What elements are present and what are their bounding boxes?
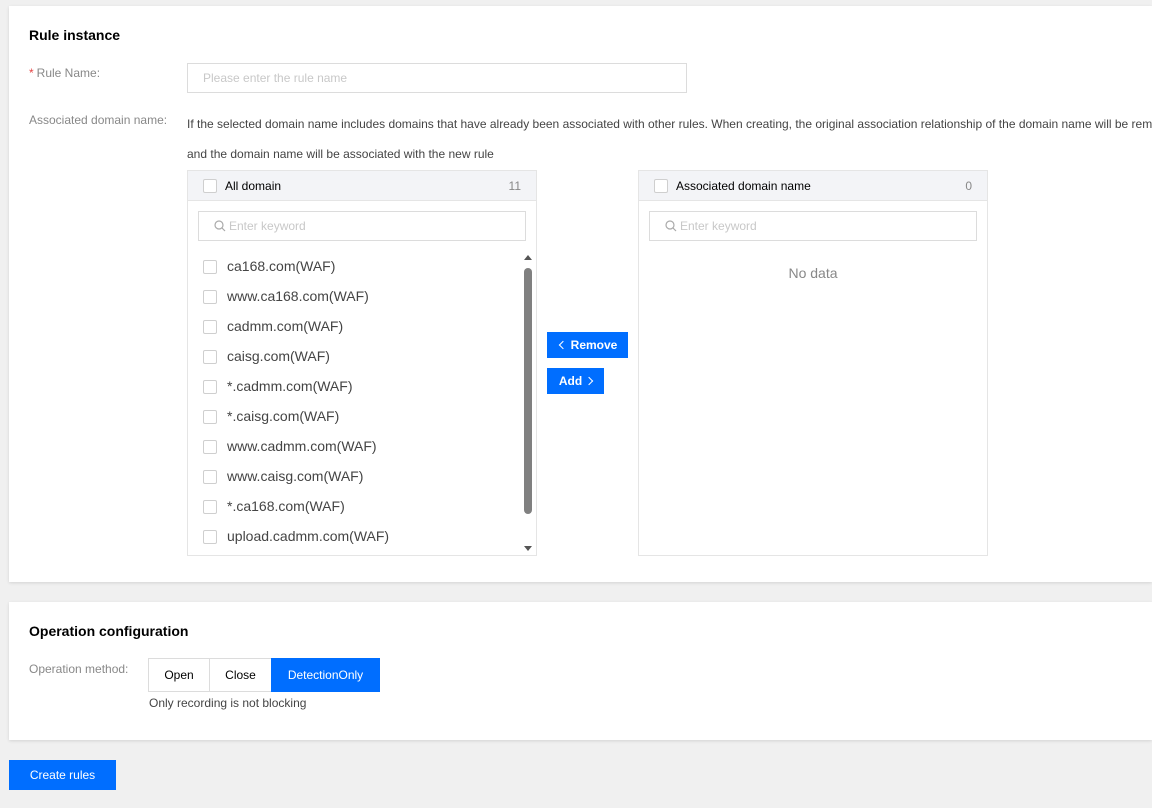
domain-list-item[interactable]: cadmm.com(WAF) [188, 311, 523, 341]
domain-checkbox[interactable] [203, 290, 217, 304]
domain-list-item[interactable]: *.caisg.com(WAF) [188, 401, 523, 431]
domain-checkbox[interactable] [203, 530, 217, 544]
domain-label: ca168.com(WAF) [227, 258, 336, 274]
domain-list-item[interactable]: upload.cadmm.com(WAF) [188, 521, 523, 551]
select-all-associated-checkbox[interactable] [654, 179, 668, 193]
associated-domain-label: Associated domain name: [29, 113, 168, 127]
rule-name-input[interactable] [187, 63, 687, 93]
domain-checkbox[interactable] [203, 320, 217, 334]
chevron-left-icon [558, 340, 567, 350]
remove-button-label: Remove [570, 338, 618, 352]
domain-label: caisg.com(WAF) [227, 348, 330, 364]
associated-domain-header: Associated domain name 0 [639, 171, 987, 201]
rule-instance-card: Rule instance *Rule Name: Associated dom… [9, 6, 1152, 582]
domain-label: *.caisg.com(WAF) [227, 408, 340, 424]
operation-configuration-card: Operation configuration Operation method… [9, 602, 1152, 740]
operation-open-option[interactable]: Open [148, 658, 210, 692]
select-all-domain-checkbox[interactable] [203, 179, 217, 193]
domain-list-item[interactable]: *.cadmm.com(WAF) [188, 371, 523, 401]
domain-label: upload.cadmm.com(WAF) [227, 528, 390, 544]
scroll-up-arrow-icon[interactable] [524, 255, 532, 260]
domain-list-item[interactable]: www.cadmm.com(WAF) [188, 431, 523, 461]
domain-label: www.ca168.com(WAF) [227, 288, 369, 304]
required-marker: * [29, 66, 34, 80]
operation-method-hint: Only recording is not blocking [149, 696, 307, 710]
chevron-right-icon [584, 376, 594, 386]
associated-domain-search-input[interactable] [680, 212, 970, 240]
domain-checkbox[interactable] [203, 440, 217, 454]
association-hint-line-1: If the selected domain name includes dom… [187, 117, 1152, 131]
rule-name-label: * Rule Name: [29, 66, 100, 80]
domain-list-item[interactable]: www.ca168.com(WAF) [188, 281, 523, 311]
operation-close-option[interactable]: Close [209, 658, 272, 692]
operation-configuration-title: Operation configuration [29, 623, 189, 639]
no-data-text: No data [788, 265, 838, 281]
all-domain-panel: All domain 11 ca168.com(WAF) www.ca168.c… [187, 170, 537, 556]
all-domain-title: All domain [225, 179, 282, 193]
rule-instance-title: Rule instance [29, 27, 121, 43]
all-domain-search-input[interactable] [229, 212, 519, 240]
domain-label: *.ca168.com(WAF) [227, 498, 345, 514]
associated-domain-title: Associated domain name [676, 179, 811, 193]
all-domain-search[interactable] [198, 211, 526, 241]
all-domain-header: All domain 11 [188, 171, 536, 201]
domain-label: www.cadmm.com(WAF) [227, 438, 377, 454]
search-icon [214, 220, 226, 232]
add-button-label: Add [558, 374, 583, 388]
associated-domain-panel: Associated domain name 0 No data [638, 170, 988, 556]
add-button[interactable]: Add [547, 368, 604, 394]
association-hint-line-2: and the domain name will be associated w… [187, 147, 494, 161]
domain-list-item[interactable]: caisg.com(WAF) [188, 341, 523, 371]
scroll-thumb[interactable] [524, 268, 532, 514]
rule-name-label-text: Rule Name: [36, 66, 101, 80]
all-domain-list: ca168.com(WAF) www.ca168.com(WAF) cadmm.… [188, 251, 523, 551]
associated-domain-count: 0 [965, 179, 972, 193]
domain-checkbox[interactable] [203, 470, 217, 484]
domain-checkbox[interactable] [203, 500, 217, 514]
create-rules-button[interactable]: Create rules [9, 760, 116, 790]
domain-checkbox[interactable] [203, 380, 217, 394]
domain-checkbox[interactable] [203, 350, 217, 364]
domain-list-item[interactable]: www.caisg.com(WAF) [188, 461, 523, 491]
domain-label: *.cadmm.com(WAF) [227, 378, 353, 394]
domain-checkbox[interactable] [203, 410, 217, 424]
domain-checkbox[interactable] [203, 260, 217, 274]
domain-list-scrollbar[interactable] [524, 255, 532, 551]
operation-method-label: Operation method: [29, 662, 129, 676]
scroll-down-arrow-icon[interactable] [524, 546, 532, 551]
associated-domain-search[interactable] [649, 211, 977, 241]
search-icon [665, 220, 677, 232]
all-domain-count: 11 [508, 179, 521, 193]
domain-label: www.caisg.com(WAF) [227, 468, 364, 484]
operation-detection-only-option[interactable]: DetectionOnly [271, 658, 380, 692]
remove-button[interactable]: Remove [547, 332, 628, 358]
domain-list-item[interactable]: ca168.com(WAF) [188, 251, 523, 281]
operation-method-selector: Open Close DetectionOnly [148, 658, 380, 692]
domain-list-item[interactable]: *.ca168.com(WAF) [188, 491, 523, 521]
domain-label: cadmm.com(WAF) [227, 318, 344, 334]
